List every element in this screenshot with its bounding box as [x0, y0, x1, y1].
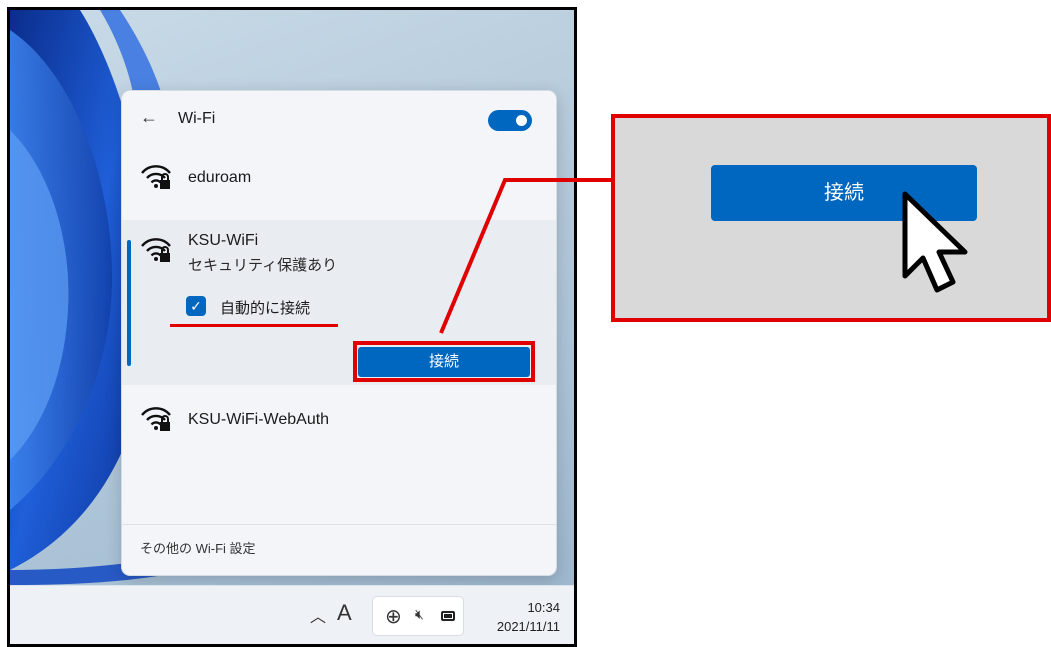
ime-mode-indicator[interactable]: A: [337, 600, 352, 626]
back-arrow-icon[interactable]: ←: [140, 107, 158, 128]
auto-connect-label: 自動的に接続: [220, 300, 311, 317]
network-ssid: KSU-WiFi-WebAuth: [188, 411, 330, 428]
footer-divider: [122, 524, 556, 525]
wifi-lock-icon: [141, 165, 171, 189]
battery-icon: [441, 611, 455, 621]
speaker-muted-icon: 🔇︎: [415, 606, 424, 622]
highlight-underline: [170, 324, 338, 327]
wifi-lock-icon: [141, 238, 171, 262]
zoom-callout: 接続: [611, 114, 1051, 322]
network-item-eduroam[interactable]: eduroam: [122, 159, 556, 199]
clock-time[interactable]: 10:34: [527, 600, 560, 615]
selection-indicator: [127, 240, 131, 366]
wifi-flyout: ← Wi-Fi eduroam KSU-WiFi セキュリティ保護あり ✓ 自動…: [121, 90, 557, 576]
taskbar: ︿ A ⊕ 🔇︎ 10:34 2021/11/11: [10, 585, 574, 644]
mouse-cursor-icon: [902, 191, 968, 293]
highlight-box: [353, 341, 535, 382]
more-wifi-settings-link[interactable]: その他の Wi-Fi 設定: [140, 538, 256, 557]
network-item-ksu-wifi-webauth[interactable]: KSU-WiFi-WebAuth: [122, 401, 556, 441]
wifi-lock-icon: [141, 407, 171, 431]
network-item-ksu-wifi[interactable]: KSU-WiFi セキュリティ保護あり ✓ 自動的に接続 接続: [122, 220, 556, 385]
checkmark-icon: ✓: [190, 298, 202, 314]
auto-connect-checkbox[interactable]: ✓: [186, 296, 206, 316]
network-ssid: KSU-WiFi: [188, 232, 259, 249]
clock-date[interactable]: 2021/11/11: [497, 619, 560, 634]
network-ssid: eduroam: [188, 169, 252, 186]
globe-no-internet-icon: ⊕: [385, 606, 402, 628]
quick-settings-button[interactable]: ⊕ 🔇︎: [372, 596, 464, 636]
flyout-header: ← Wi-Fi: [122, 91, 556, 147]
network-security-status: セキュリティ保護あり: [188, 257, 338, 274]
toggle-knob: [516, 115, 527, 126]
stage: ← Wi-Fi eduroam KSU-WiFi セキュリティ保護あり ✓ 自動…: [0, 0, 1051, 647]
flyout-title: Wi-Fi: [178, 110, 216, 127]
wifi-toggle[interactable]: [488, 110, 532, 131]
screenshot-frame: ← Wi-Fi eduroam KSU-WiFi セキュリティ保護あり ✓ 自動…: [7, 7, 577, 647]
show-hidden-icons-chevron-icon[interactable]: ︿: [310, 603, 326, 627]
